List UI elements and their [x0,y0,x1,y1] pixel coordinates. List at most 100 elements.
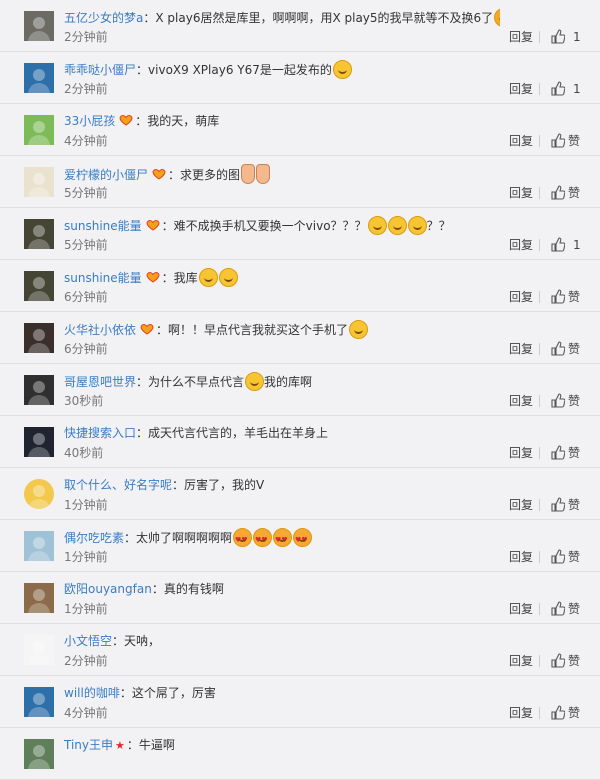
reply-button[interactable]: 回复 [509,238,533,252]
like-button[interactable]: 赞 [568,498,580,512]
thumbs-up-icon[interactable] [551,653,566,668]
like-button[interactable]: 赞 [568,550,580,564]
like-button[interactable]: 赞 [568,394,580,408]
avatar[interactable] [24,219,54,249]
reply-button[interactable]: 回复 [509,134,533,148]
username-link[interactable]: 33小屁孩 [64,114,115,128]
avatar[interactable] [24,271,54,301]
avatar[interactable] [24,739,54,769]
username-link[interactable]: 爱柠檬的小僵尸 [64,168,148,182]
timestamp: 1分钟前 [64,498,108,512]
timestamp: 1分钟前 [64,602,108,616]
thumbs-up-icon[interactable] [551,341,566,356]
avatar[interactable] [24,115,54,145]
username-link[interactable]: 哥屋恩吧世界 [64,375,136,389]
reply-button[interactable]: 回复 [509,654,533,668]
avatar[interactable] [24,635,54,665]
thumbs-up-icon[interactable] [551,705,566,720]
reply-button[interactable]: 回复 [509,30,533,44]
reply-button[interactable]: 回复 [509,602,533,616]
thumbs-up-icon[interactable] [551,497,566,512]
thumbs-up-icon[interactable] [551,237,566,252]
comment-row: 乖乖哒小僵尸：vivoX9 XPlay6 Y67是一起发布的 2分钟前 回复 1 [0,52,600,104]
username-link[interactable]: 快捷搜索入口 [64,426,136,440]
like-button[interactable]: 1 [573,30,581,44]
like-button[interactable]: 1 [573,238,581,252]
like-button[interactable]: 赞 [568,602,580,616]
username-link[interactable]: Tiny王申 [64,738,113,752]
avatar[interactable] [24,583,54,613]
thumbs-up-icon[interactable] [551,445,566,460]
timestamp: 6分钟前 [64,290,108,304]
reply-button[interactable]: 回复 [509,498,533,512]
avatar[interactable] [24,11,54,41]
username-link[interactable]: sunshine能量 [64,271,142,285]
thumbs-up-icon[interactable] [551,289,566,304]
like-button[interactable]: 赞 [568,134,580,148]
like-button[interactable]: 赞 [568,446,580,460]
username-link[interactable]: 小文悟空 [64,634,112,648]
username-link[interactable]: 火华社小依依 [64,323,136,337]
divider [539,707,540,719]
cry-emoji-icon [245,372,265,391]
thumbs-up-icon[interactable] [551,393,566,408]
comment-text: 天呐， [124,634,161,648]
avatar[interactable] [24,375,54,405]
like-button[interactable]: 赞 [568,706,580,720]
comment-text-tail: ？？ [426,219,451,233]
comment-content: 哥屋恩吧世界：为什么不早点代言 我的库啊 [64,372,500,391]
colon-separator: ： [119,686,132,700]
reply-button[interactable]: 回复 [509,706,533,720]
username-link[interactable]: 偶尔吃吃素 [64,531,124,545]
divider [539,187,540,199]
thumbs-up-icon[interactable] [551,133,566,148]
reply-button[interactable]: 回复 [509,342,533,356]
thumbs-up-icon[interactable] [551,29,566,44]
reply-button[interactable]: 回复 [509,186,533,200]
divider [539,447,540,459]
comment-content: sunshine能量 ：我库 [64,268,500,287]
avatar[interactable] [24,427,54,457]
hand-emoji-icon [241,164,256,184]
reply-button[interactable]: 回复 [509,82,533,96]
comment-text: X play6居然是库里，啊啊啊，用X play5的我早就等不及换6了 [155,11,494,25]
thumbs-up-icon[interactable] [551,185,566,200]
reply-button[interactable]: 回复 [509,394,533,408]
avatar[interactable] [24,479,54,509]
username-link[interactable]: sunshine能量 [64,219,142,233]
username-link[interactable]: 欧阳ouyangfan [64,582,152,596]
comment-content: will的咖啡：这个屌了，厉害 [64,684,500,702]
avatar[interactable] [24,63,54,93]
reply-button[interactable]: 回复 [509,446,533,460]
username-link[interactable]: 五亿少女的梦a [64,11,143,25]
timestamp: 2分钟前 [64,30,108,44]
avatar[interactable] [24,531,54,561]
avatar[interactable] [24,687,54,717]
thumbs-up-icon[interactable] [551,601,566,616]
username-link[interactable]: 取个什么、好名字呢 [64,478,172,492]
calm-emoji-icon [387,216,407,235]
like-button[interactable]: 赞 [568,654,580,668]
hand-emoji-icon [256,164,271,184]
like-button[interactable]: 1 [573,82,581,96]
colon-separator: ： [151,582,164,596]
heart-emoji-icon [233,528,253,547]
like-button[interactable]: 赞 [568,342,580,356]
comment-text: 成天代言代言的，羊毛出在羊身上 [148,426,329,440]
username-link[interactable]: will的咖啡 [64,686,120,700]
comment-text: 真的有钱啊 [163,582,224,596]
username-link[interactable]: 乖乖哒小僵尸 [64,63,136,77]
avatar[interactable] [24,323,54,353]
like-button[interactable]: 赞 [568,186,580,200]
reply-button[interactable]: 回复 [509,550,533,564]
reply-button[interactable]: 回复 [509,290,533,304]
thumbs-up-icon[interactable] [551,549,566,564]
like-button[interactable]: 赞 [568,290,580,304]
timestamp: 2分钟前 [64,82,108,96]
comment-text: 太帅了啊啊啊啊啊 [136,531,233,545]
thumbs-up-icon[interactable] [551,81,566,96]
timestamp: 5分钟前 [64,238,108,252]
avatar[interactable] [24,167,54,197]
heart-emoji-icon [253,528,273,547]
comment-list: 五亿少女的梦a ： X play6居然是库里，啊啊啊，用X play5的我早就等不及… [0,0,600,780]
